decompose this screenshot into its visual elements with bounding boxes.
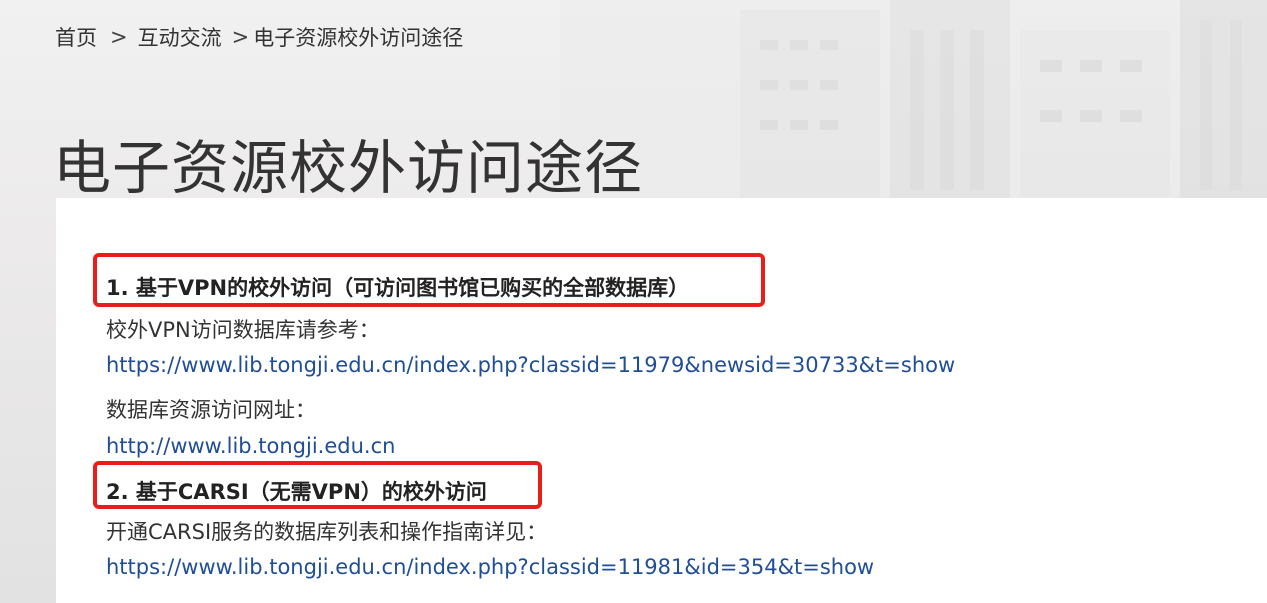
breadcrumb-separator: > — [110, 25, 128, 49]
article-content: 1. 基于VPN的校外访问（可访问图书馆已购买的全部数据库） 校外VPN访问数据… — [56, 198, 1267, 603]
breadcrumb-current: 电子资源校外访问途径 — [253, 26, 464, 50]
breadcrumb: 首页 > 互动交流 > 电子资源校外访问途径 — [55, 22, 463, 52]
breadcrumb-home-link[interactable]: 首页 — [55, 22, 97, 52]
vpn-reference-link[interactable]: https://www.lib.tongji.edu.cn/index.php?… — [106, 353, 955, 377]
breadcrumb-separator: > — [231, 25, 250, 49]
breadcrumb-section-link[interactable]: 互动交流 — [138, 22, 222, 52]
page: 首页 > 互动交流 > 电子资源校外访问途径 电子资源校外访问途径 1. 基于V… — [0, 0, 1267, 603]
database-address-link[interactable]: http://www.lib.tongji.edu.cn — [106, 434, 395, 458]
page-title: 电子资源校外访问途径 — [53, 133, 644, 202]
section-heading-carsi: 2. 基于CARSI（无需VPN）的校外访问 — [106, 480, 487, 504]
carsi-guide-link[interactable]: https://www.lib.tongji.edu.cn/index.php?… — [106, 555, 874, 579]
section-heading-vpn: 1. 基于VPN的校外访问（可访问图书馆已购买的全部数据库） — [106, 276, 690, 300]
building-background-image — [560, 0, 1267, 200]
vpn-reference-label: 校外VPN访问数据库请参考： — [106, 318, 380, 342]
carsi-guide-label: 开通CARSI服务的数据库列表和操作指南详见： — [106, 520, 548, 544]
database-address-label: 数据库资源访问网址： — [106, 398, 316, 422]
